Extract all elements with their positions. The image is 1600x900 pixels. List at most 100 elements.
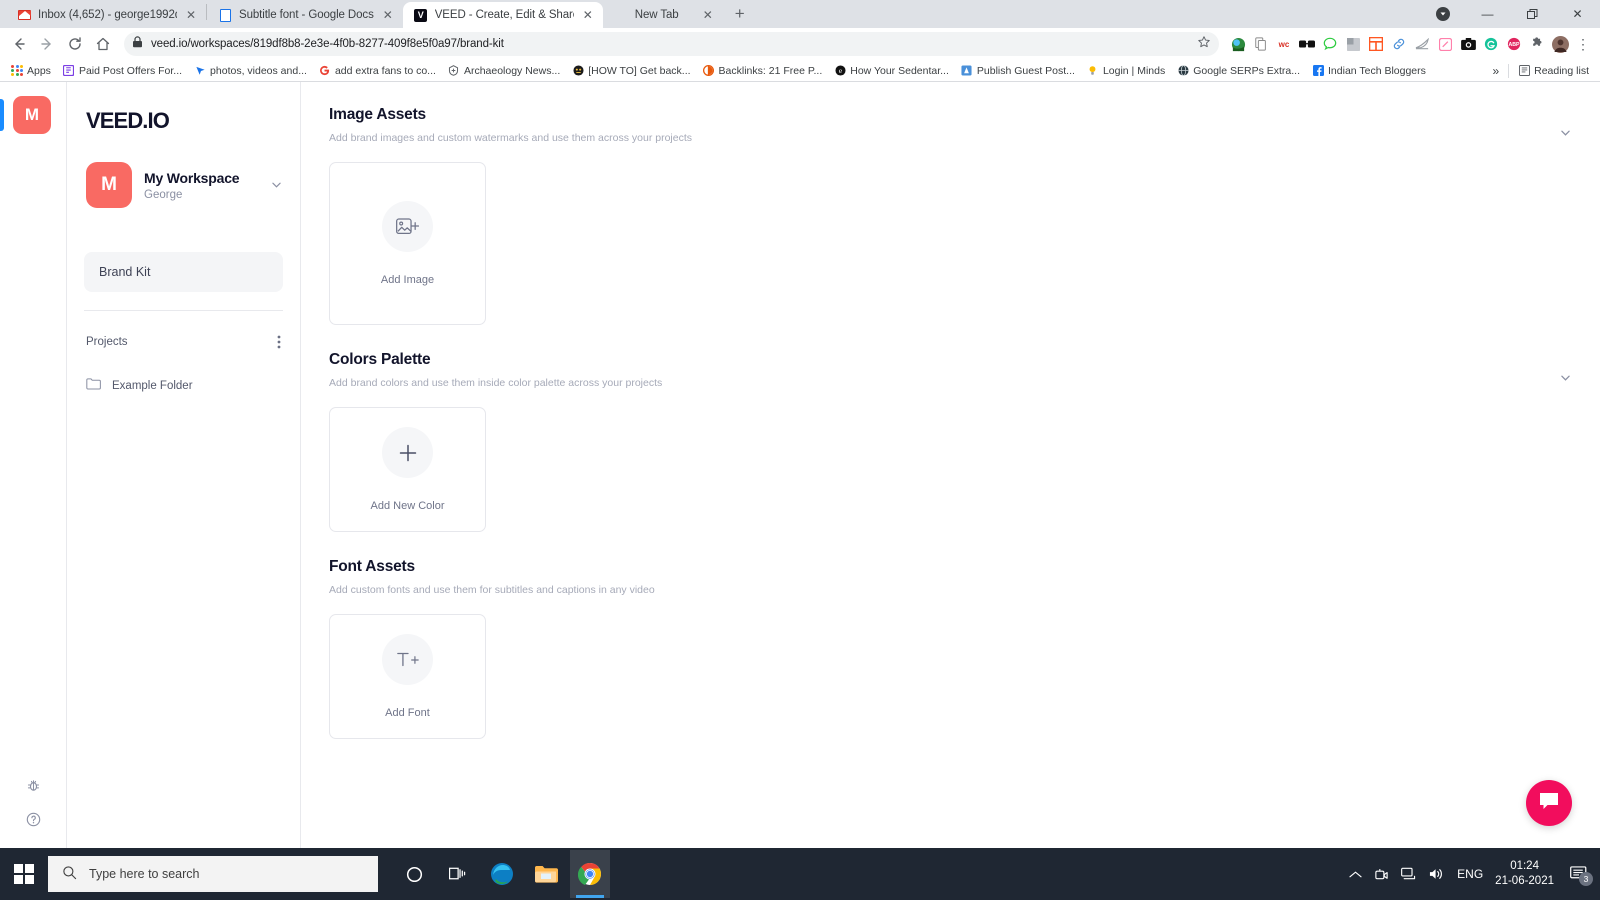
chevron-down-icon[interactable] — [1561, 128, 1570, 138]
close-button[interactable]: ✕ — [1555, 0, 1600, 28]
taskbar-search-input[interactable]: Type here to search — [48, 856, 378, 892]
network-icon[interactable] — [1401, 867, 1417, 881]
wordcount-icon[interactable]: wc — [1273, 33, 1295, 55]
grammarly-icon[interactable] — [1480, 33, 1502, 55]
bookmark-item[interactable]: e How Your Sedentar... — [829, 63, 954, 79]
chevron-up-icon[interactable] — [1349, 870, 1362, 879]
chevron-down-icon[interactable] — [272, 181, 281, 190]
profile-badge-icon[interactable] — [1420, 0, 1465, 28]
help-circle-icon[interactable] — [26, 812, 41, 832]
workspace-names: My Workspace George — [144, 170, 260, 201]
file-explorer-icon[interactable] — [526, 850, 566, 898]
workspace-avatar: M — [86, 162, 132, 208]
volume-icon[interactable] — [1429, 867, 1445, 881]
add-image-card[interactable]: Add Image — [329, 162, 486, 325]
bookmark-item[interactable]: [HOW TO] Get back... — [567, 63, 695, 79]
tab-close-icon[interactable]: ✕ — [701, 8, 715, 22]
bookmark-item[interactable]: Publish Guest Post... — [956, 63, 1080, 79]
camera-icon[interactable] — [1457, 33, 1479, 55]
bug-icon[interactable] — [26, 778, 41, 798]
workspace-rail-avatar[interactable]: M — [0, 96, 51, 134]
sidebar-item-brand-kit[interactable]: Brand Kit — [84, 252, 283, 292]
address-bar[interactable]: veed.io/workspaces/819df8b8-2e3e-4f0b-82… — [124, 32, 1219, 56]
tab-close-icon[interactable]: ✕ — [381, 8, 395, 22]
reload-icon[interactable] — [62, 31, 88, 57]
forward-icon[interactable] — [34, 31, 60, 57]
bookmark-label: photos, videos and... — [210, 64, 307, 77]
tab-close-icon[interactable]: ✕ — [581, 8, 595, 22]
adblock-icon[interactable]: ABP — [1503, 33, 1525, 55]
microsoft-edge-icon[interactable] — [482, 850, 522, 898]
google-chrome-icon[interactable] — [570, 850, 610, 898]
section-colors-palette: Colors Palette Add brand colors and use … — [329, 351, 1570, 532]
tab-title: New Tab — [634, 9, 679, 21]
chat-support-button[interactable] — [1526, 780, 1572, 826]
clock[interactable]: 01:24 21-06-2021 — [1495, 859, 1554, 889]
bookmark-item[interactable]: Google SERPs Extra... — [1172, 63, 1305, 79]
star-icon[interactable] — [1197, 35, 1211, 54]
puzzle-icon[interactable] — [1526, 33, 1548, 55]
workspace-name: My Workspace — [144, 169, 240, 186]
extension-icons: wc ABP ⋮ — [1227, 33, 1594, 55]
card-label: Add New Color — [370, 500, 445, 512]
bookmark-apps[interactable]: Apps — [6, 63, 56, 79]
new-tab-button[interactable]: + — [727, 1, 753, 27]
copy-icon[interactable] — [1250, 33, 1272, 55]
home-icon[interactable] — [90, 31, 116, 57]
bookmark-item[interactable]: add extra fans to co... — [314, 63, 441, 79]
language-indicator[interactable]: ENG — [1457, 867, 1483, 881]
kebab-menu-icon[interactable] — [277, 335, 281, 349]
minimize-button[interactable]: — — [1465, 0, 1510, 28]
bookmarks-overflow-button[interactable]: » — [1487, 62, 1504, 80]
bookmark-item[interactable]: Paid Post Offers For... — [58, 63, 187, 79]
chevron-down-icon[interactable] — [1561, 373, 1570, 383]
folder-label: Example Folder — [112, 380, 193, 392]
browser-tab-inbox[interactable]: Inbox (4,652) - george1992defo ✕ — [6, 2, 206, 28]
evernote-icon — [63, 65, 75, 77]
section-subtitle: Add brand images and custom watermarks a… — [329, 132, 693, 144]
glasses-icon[interactable] — [1296, 33, 1318, 55]
bookmark-item[interactable]: Indian Tech Bloggers — [1307, 63, 1431, 79]
camera-icon[interactable] — [1374, 867, 1389, 882]
download-manager-icon[interactable] — [1227, 33, 1249, 55]
add-font-card[interactable]: Add Font — [329, 614, 486, 739]
bookmark-label: Archaeology News... — [463, 64, 561, 77]
feather-icon[interactable] — [1411, 33, 1433, 55]
card-label: Add Font — [385, 707, 430, 719]
taskbar-apps — [394, 850, 610, 898]
tab-close-icon[interactable]: ✕ — [184, 8, 198, 22]
bookmark-item[interactable]: Archaeology News... — [443, 63, 565, 79]
grid-layout-icon[interactable] — [1365, 33, 1387, 55]
chat-bubble-icon[interactable] — [1319, 33, 1341, 55]
maximize-button[interactable] — [1510, 0, 1555, 28]
notification-icon[interactable]: 3 — [1570, 866, 1593, 886]
cortana-icon[interactable] — [394, 850, 434, 898]
plus-icon — [382, 427, 433, 478]
link-icon[interactable] — [1388, 33, 1410, 55]
bookmark-item[interactable]: photos, videos and... — [189, 63, 312, 79]
profile-avatar[interactable] — [1549, 33, 1571, 55]
back-icon[interactable] — [6, 31, 32, 57]
sidebar-divider — [84, 310, 283, 311]
veed-logo[interactable]: VEED.IO — [67, 108, 300, 134]
bookmark-item[interactable]: Login | Minds — [1082, 63, 1170, 79]
bookmark-label: Publish Guest Post... — [976, 64, 1075, 77]
section-header: Colors Palette Add brand colors and use … — [329, 351, 1570, 389]
browser-tab-subtitle-font[interactable]: Subtitle font - Google Docs ✕ — [207, 2, 403, 28]
windows-start-icon[interactable] — [0, 848, 48, 900]
bookmarks-overflow-area: » Reading list — [1487, 62, 1594, 80]
bookmark-label: Indian Tech Bloggers — [1328, 64, 1426, 77]
task-view-icon[interactable] — [438, 850, 478, 898]
browser-tab-veed[interactable]: V VEED - Create, Edit & Share Vide ✕ — [402, 2, 603, 28]
chrome-menu-icon[interactable]: ⋮ — [1572, 33, 1594, 55]
bookmark-item[interactable]: Backlinks: 21 Free P... — [698, 63, 828, 79]
add-new-color-card[interactable]: Add New Color — [329, 407, 486, 532]
section-title: Image Assets — [329, 106, 426, 123]
browser-tab-new-tab[interactable]: New Tab ✕ — [603, 2, 723, 28]
square-split-icon[interactable] — [1342, 33, 1364, 55]
sidebar-item-example-folder[interactable]: Example Folder — [67, 377, 300, 395]
reading-list-button[interactable]: Reading list — [1513, 63, 1594, 79]
e-icon: e — [834, 65, 846, 77]
workspace-switcher[interactable]: M My Workspace George — [67, 162, 300, 208]
pink-square-icon[interactable] — [1434, 33, 1456, 55]
